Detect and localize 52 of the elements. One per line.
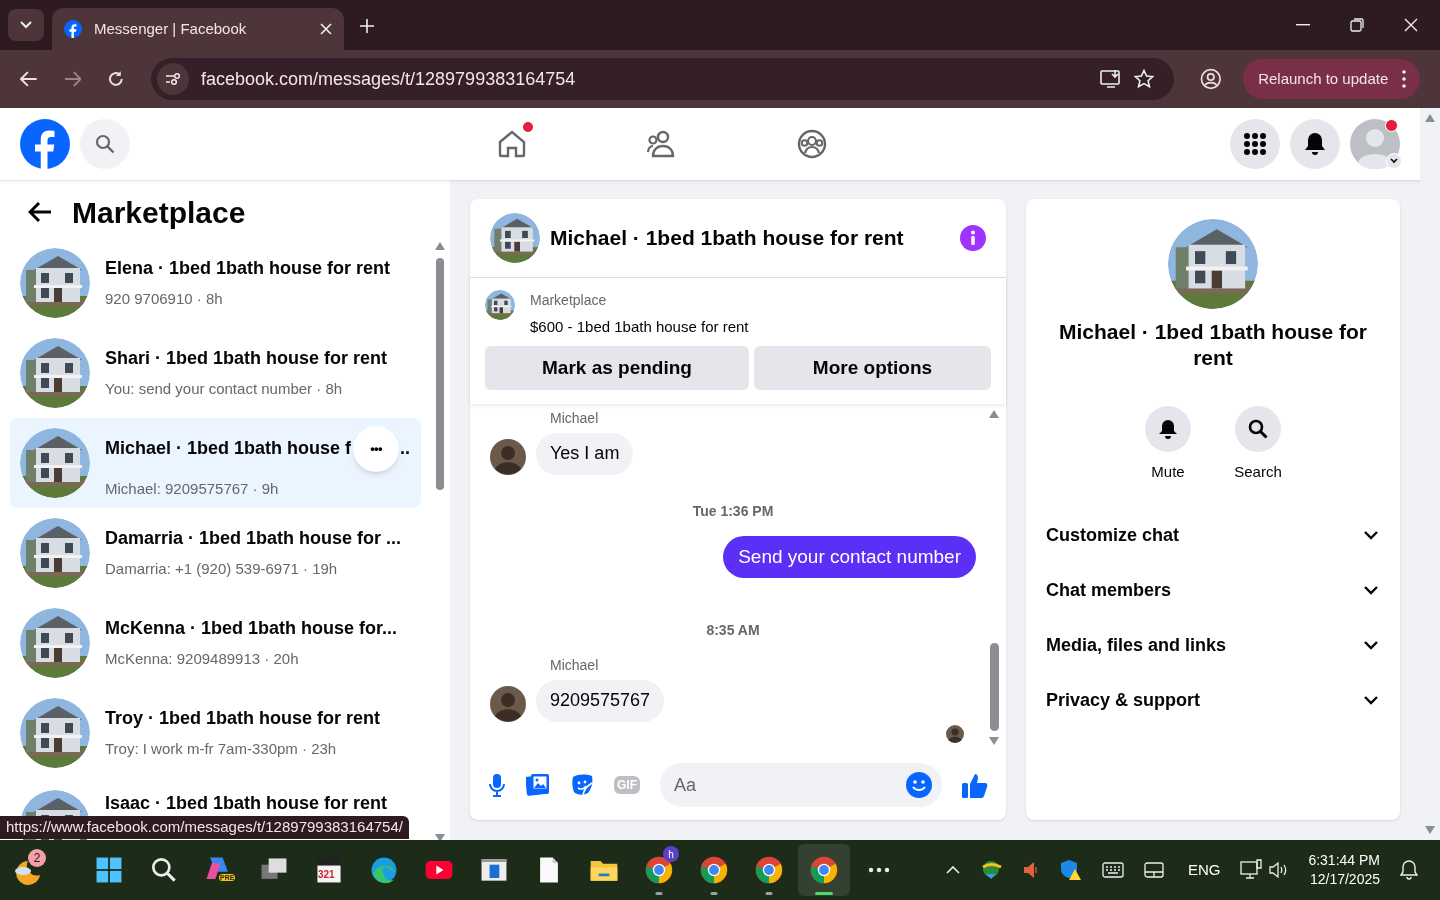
section-header[interactable]: Chat members xyxy=(1046,568,1380,613)
conversation-item[interactable]: Michael · 1bed 1bath house f ••• .. Michael: 9209575767 · 9h xyxy=(10,418,421,508)
taskbar-app[interactable]: h xyxy=(633,844,685,896)
conversation-title: Michael · 1bed 1bath house f xyxy=(105,437,352,461)
notification-badge: 2 xyxy=(28,849,46,867)
contact-name: Michael · 1bed 1bath house for rent xyxy=(1058,319,1368,371)
conversation-title: McKenna · 1bed 1bath house for... xyxy=(105,617,398,641)
section-header[interactable]: Customize chat xyxy=(1046,513,1380,558)
browser-tab[interactable]: Messenger | Facebook xyxy=(52,8,344,50)
message-bubble: 9209575767 xyxy=(536,679,665,722)
action-label: Search xyxy=(1234,462,1282,482)
conversation-preview: McKenna: 9209489913 · 20h xyxy=(105,649,300,670)
sender-name: Michael xyxy=(550,655,600,675)
conversation-title: Shari · 1bed 1bath house for rent xyxy=(105,347,388,371)
message-text: Aa xyxy=(674,771,906,799)
icon-label: 321 xyxy=(318,870,335,880)
url-text: facebook.com/messages/t/1289799383164754 xyxy=(200,67,577,91)
listing-label: Marketplace xyxy=(530,291,608,311)
conversation-title: Elena · 1bed 1bath house for rent xyxy=(105,257,391,281)
clock-date[interactable]: 12/17/2025 xyxy=(1309,870,1380,889)
taskbar-app[interactable]: 321 xyxy=(303,844,355,896)
conversation-preview: You: send your contact number · 8h xyxy=(105,379,344,400)
sender-name: Michael xyxy=(550,408,600,428)
message-input[interactable]: Aa xyxy=(660,763,942,808)
more-options-button[interactable]: More options xyxy=(754,345,991,390)
section-header[interactable]: Privacy & support xyxy=(1046,678,1380,723)
conversation-preview: Damarria: +1 (920) 539-6971 · 19h xyxy=(105,559,339,580)
timestamp: Tue 1:36 PM xyxy=(692,501,774,521)
icon-label: h xyxy=(663,846,679,862)
conversation-preview: Michael: 9209575767 · 9h xyxy=(105,478,280,499)
timestamp: 8:35 AM xyxy=(706,620,760,640)
truncation-dots: .. xyxy=(400,437,411,461)
action-label: Mute xyxy=(1151,462,1185,482)
status-tooltip: https://www.facebook.com/messages/t/1289799383164754/ xyxy=(0,816,409,839)
address-bar[interactable]: facebook.com/messages/t/1289799383164754 xyxy=(150,58,1174,100)
conversation-preview: 920 9706910 · 8h xyxy=(105,289,224,310)
mark-pending-button[interactable]: Mark as pending xyxy=(485,345,749,390)
section-header[interactable]: Media, files and links xyxy=(1046,623,1380,668)
conversation-preview: Troy: I work m-fr 7am-330pm · 23h xyxy=(105,739,338,760)
language-indicator[interactable]: ENG xyxy=(1187,858,1221,882)
clock-time[interactable]: 6:31:44 PM xyxy=(1308,851,1380,870)
conversation-title: Damarria · 1bed 1bath house for ... xyxy=(105,527,402,551)
chat-title: Michael · 1bed 1bath house for rent xyxy=(550,225,905,252)
page-title: Marketplace xyxy=(72,194,246,231)
tab-title: Messenger | Facebook xyxy=(94,18,248,39)
more-options-button[interactable]: ••• xyxy=(353,425,400,472)
conversation-title: Troy · 1bed 1bath house for rent xyxy=(105,707,381,731)
listing-title: $600 - 1bed 1bath house for rent xyxy=(530,317,749,338)
conversation-title: Isaac · 1bed 1bath house for rent xyxy=(105,792,388,815)
message-bubble: Yes I am xyxy=(536,432,634,475)
relaunch-button[interactable]: Relaunch to update xyxy=(1243,59,1420,99)
message-bubble: Send your contact number xyxy=(723,535,976,578)
